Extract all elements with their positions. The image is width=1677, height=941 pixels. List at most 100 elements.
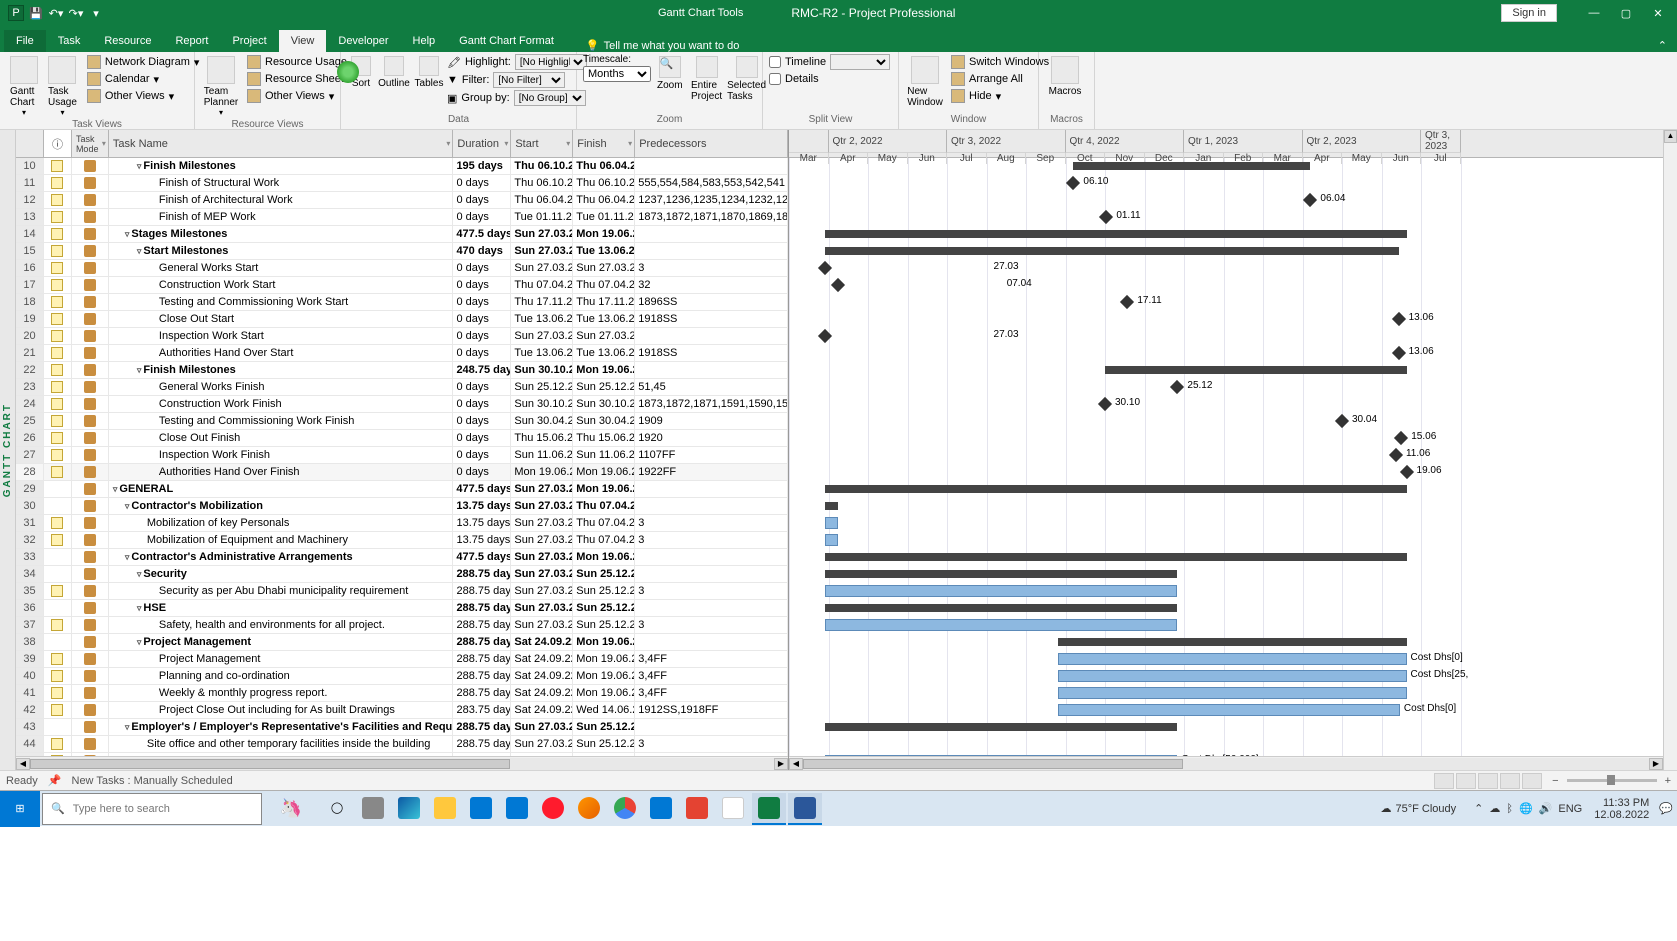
scroll-right-icon[interactable]: ▶ [774, 758, 788, 770]
scroll-track[interactable] [30, 758, 774, 770]
scroll-thumb[interactable] [30, 759, 510, 769]
task-name-cell[interactable]: Planning and co-ordination [109, 668, 454, 684]
start-button[interactable]: ⊞ [0, 791, 40, 827]
task-mode-cell[interactable] [72, 702, 109, 718]
start-cell[interactable]: Sat 24.09.22 [511, 685, 573, 701]
task-name-cell[interactable]: Close Out Start [109, 311, 454, 327]
task-mode-cell[interactable] [72, 464, 109, 480]
finish-cell[interactable]: Tue 13.06.23 [573, 345, 635, 361]
task-bar[interactable] [1058, 687, 1407, 699]
task-mode-cell[interactable] [72, 260, 109, 276]
task-bar[interactable] [1058, 670, 1407, 682]
collapse-icon[interactable]: ▿ [125, 501, 130, 512]
tab-report[interactable]: Report [163, 30, 220, 52]
qat-dropdown-icon[interactable]: ▾ [88, 5, 104, 21]
zoom-button[interactable]: 🔍Zoom [653, 54, 687, 93]
duration-cell[interactable]: 0 days [453, 294, 511, 310]
row-number[interactable]: 42 [16, 702, 44, 718]
gantt-scroll-right-icon[interactable]: ▶ [1649, 758, 1663, 770]
start-cell[interactable]: Sun 11.06.23 [511, 447, 573, 463]
collapse-icon[interactable]: ▿ [137, 637, 142, 648]
row-number[interactable]: 31 [16, 515, 44, 531]
table-row[interactable]: 11Finish of Structural Work0 daysThu 06.… [16, 175, 788, 192]
finish-cell[interactable]: Wed 14.06.2 [573, 702, 635, 718]
start-cell[interactable]: Sun 27.03.22 [511, 498, 573, 514]
row-number[interactable]: 20 [16, 328, 44, 344]
row-number[interactable]: 38 [16, 634, 44, 650]
start-cell[interactable]: Sun 27.03.22 [511, 243, 573, 259]
table-row[interactable]: 21Authorities Hand Over Start0 daysTue 1… [16, 345, 788, 362]
task-name-cell[interactable]: ▿Project Management [109, 634, 454, 650]
start-cell[interactable]: Sun 27.03.22 [511, 226, 573, 242]
task-name-cell[interactable]: Construction Work Start [109, 277, 454, 293]
duration-cell[interactable]: 477.5 days [453, 226, 511, 242]
row-number[interactable]: 43 [16, 719, 44, 735]
task-name-cell[interactable]: ▿Employer's / Employer's Representative'… [109, 719, 454, 735]
task-mode-cell[interactable] [72, 345, 109, 361]
collapse-icon[interactable]: ▿ [125, 722, 130, 733]
team-planner-button[interactable]: Team Planner▾ [201, 54, 241, 119]
finish-cell[interactable]: Mon 19.06.2 [573, 226, 635, 242]
task-mode-cell[interactable] [72, 243, 109, 259]
finish-cell[interactable]: Thu 17.11.22 [573, 294, 635, 310]
predecessors-cell[interactable]: 1237,1236,1235,1234,1232,12 [635, 192, 788, 208]
table-row[interactable]: 29▿GENERAL477.5 daysSun 27.03.22Mon 19.0… [16, 481, 788, 498]
tray-onedrive-icon[interactable]: ☁ [1489, 802, 1500, 815]
predecessors-cell[interactable]: 3,4FF [635, 668, 788, 684]
gantt-scroll-left-icon[interactable]: ◀ [789, 758, 803, 770]
task-mode-cell[interactable] [72, 379, 109, 395]
start-cell[interactable]: Tue 01.11.22 [511, 209, 573, 225]
vscroll[interactable]: ▲ [1663, 130, 1677, 770]
task-mode-cell[interactable] [72, 736, 109, 752]
predecessors-cell[interactable]: 1873,1872,1871,1591,1590,15 [635, 396, 788, 412]
table-row[interactable]: 44Site office and other temporary facili… [16, 736, 788, 753]
task-name-cell[interactable]: ▿Stages Milestones [109, 226, 454, 242]
table-row[interactable]: 33▿Contractor's Administrative Arrangeme… [16, 549, 788, 566]
task-name-cell[interactable]: Testing and Commissioning Work Finish [109, 413, 454, 429]
summary-bar[interactable] [825, 502, 838, 510]
finish-cell[interactable]: Tue 13.06.23 [573, 243, 635, 259]
row-number[interactable]: 16 [16, 260, 44, 276]
finish-cell[interactable]: Sun 25.12.22 [573, 566, 635, 582]
start-cell[interactable]: Thu 15.06.23 [511, 430, 573, 446]
table-row[interactable]: 20Inspection Work Start0 daysSun 27.03.2… [16, 328, 788, 345]
scroll-left-icon[interactable]: ◀ [16, 758, 30, 770]
tray-network-icon[interactable]: 🌐 [1519, 802, 1533, 815]
start-cell[interactable]: Sun 27.03.22 [511, 532, 573, 548]
view-bar[interactable]: GANTT CHART [0, 130, 16, 770]
row-number[interactable]: 29 [16, 481, 44, 497]
task-mode-cell[interactable] [72, 192, 109, 208]
summary-bar[interactable] [825, 570, 1178, 578]
row-number[interactable]: 27 [16, 447, 44, 463]
finish-cell[interactable]: Sun 25.12.22 [573, 617, 635, 633]
task-mode-cell[interactable] [72, 294, 109, 310]
row-number[interactable]: 37 [16, 617, 44, 633]
app-chrome[interactable] [608, 793, 642, 825]
finish-cell[interactable]: Sun 30.04.23 [573, 413, 635, 429]
start-cell[interactable]: Sun 27.03.22 [511, 481, 573, 497]
task-mode-cell[interactable] [72, 668, 109, 684]
task-name-cell[interactable]: Construction Work Finish [109, 396, 454, 412]
finish-cell[interactable]: Mon 19.06.2 [573, 634, 635, 650]
timeline-checkbox[interactable] [769, 56, 781, 68]
predecessors-cell[interactable] [635, 600, 788, 616]
duration-cell[interactable]: 0 days [453, 277, 511, 293]
task-mode-cell[interactable] [72, 175, 109, 191]
finish-cell[interactable]: Sun 25.12.22 [573, 379, 635, 395]
table-row[interactable]: 30▿Contractor's Mobilization13.75 daysSu… [16, 498, 788, 515]
duration-cell[interactable]: 0 days [453, 345, 511, 361]
table-row[interactable]: 18Testing and Commissioning Work Start0 … [16, 294, 788, 311]
duration-cell[interactable]: 13.75 days [453, 498, 511, 514]
row-number[interactable]: 19 [16, 311, 44, 327]
duration-cell[interactable]: 288.75 days [453, 651, 511, 667]
predecessors-cell[interactable]: 3 [635, 532, 788, 548]
predecessors-cell[interactable] [635, 566, 788, 582]
finish-cell[interactable]: Thu 07.04.22 [573, 277, 635, 293]
start-cell[interactable]: Sun 27.03.22 [511, 549, 573, 565]
table-row[interactable]: 13Finish of MEP Work0 daysTue 01.11.22Tu… [16, 209, 788, 226]
row-number[interactable]: 28 [16, 464, 44, 480]
predecessors-cell[interactable] [635, 158, 788, 174]
task-name-cell[interactable]: ▿Finish Milestones [109, 362, 454, 378]
duration-cell[interactable]: 283.75 days [453, 702, 511, 718]
table-row[interactable]: 39Project Management288.75 daysSat 24.09… [16, 651, 788, 668]
